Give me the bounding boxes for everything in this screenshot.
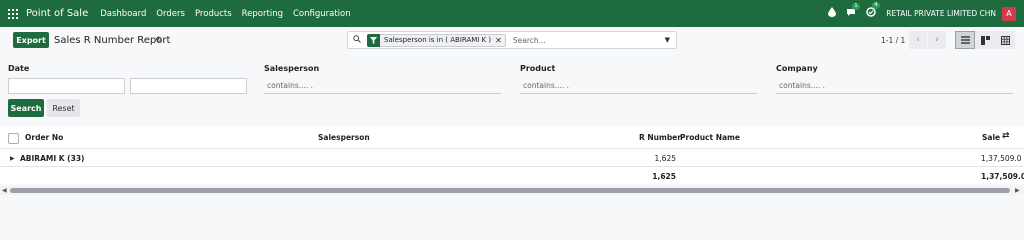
drop-icon[interactable]: [828, 7, 837, 20]
app-brand[interactable]: Point of Sale: [26, 8, 88, 19]
search-dropdown-icon[interactable]: ▼: [665, 36, 670, 44]
col-r-number[interactable]: R Number: [639, 133, 681, 142]
pager-prev-button[interactable]: ‹: [909, 31, 927, 49]
group-sale: 1,37,509.0: [981, 154, 1022, 163]
group-label[interactable]: ABIRAMI K (33): [20, 154, 84, 163]
pager-value[interactable]: 1-1 / 1: [881, 36, 905, 45]
menu-reporting[interactable]: Reporting: [242, 9, 283, 19]
apps-grid-icon[interactable]: [8, 8, 18, 19]
chat-badge: 1: [852, 2, 860, 10]
group-r-number: 1,625: [654, 154, 676, 163]
salesperson-label: Salesperson: [264, 64, 320, 73]
date-from-field[interactable]: [8, 78, 125, 94]
pivot-icon: [980, 35, 990, 45]
activity-icon[interactable]: 4: [866, 2, 880, 20]
reset-button[interactable]: Reset: [47, 99, 80, 117]
search-facet: Salesperson is in ( ABIRAMI K ) ✕: [367, 33, 506, 47]
report-table: Order No Salesperson R Number Product Na…: [0, 126, 1024, 184]
facet-label: Salesperson is in ( ABIRAMI K ): [384, 36, 492, 44]
total-r-number: 1,625: [652, 172, 676, 181]
table-row[interactable]: ▶ ABIRAMI K (33) 1,625 1,37,509.0: [0, 149, 1024, 167]
product-label: Product: [520, 64, 556, 73]
export-button[interactable]: Export: [13, 32, 49, 48]
pivot-view-button[interactable]: [975, 31, 995, 49]
date-label: Date: [8, 64, 30, 73]
col-sale[interactable]: Sale: [982, 133, 1000, 142]
chat-icon[interactable]: 1: [846, 2, 860, 20]
page-title: Sales R Number Report: [54, 35, 171, 46]
search-button[interactable]: Search: [8, 99, 44, 117]
menu-dashboard[interactable]: Dashboard: [100, 9, 146, 19]
scroll-right-icon[interactable]: ▶: [1015, 187, 1020, 194]
col-product-name[interactable]: Product Name: [680, 133, 740, 142]
menu-products[interactable]: Products: [195, 9, 232, 19]
search-bar[interactable]: Salesperson is in ( ABIRAMI K ) ✕ Search…: [347, 31, 677, 49]
table-icon: [1000, 35, 1010, 45]
list-icon: [960, 36, 970, 44]
scrollbar-thumb[interactable]: [10, 188, 1010, 193]
company-field[interactable]: contains.... .: [776, 78, 1013, 94]
expand-caret-icon[interactable]: ▶: [10, 155, 15, 162]
menu-configuration[interactable]: Configuration: [293, 9, 351, 19]
top-navbar: Point of Sale Dashboard Orders Products …: [0, 0, 1024, 27]
select-all-checkbox[interactable]: [8, 133, 19, 144]
table-header-row: Order No Salesperson R Number Product Na…: [0, 126, 1024, 149]
col-salesperson[interactable]: Salesperson: [318, 133, 370, 142]
filter-icon: [367, 33, 380, 47]
company-label: Company: [776, 64, 818, 73]
company-switcher[interactable]: RETAIL PRIVATE LIMITED CHN: [886, 9, 996, 18]
salesperson-field[interactable]: contains.... .: [264, 78, 501, 94]
menu-orders[interactable]: Orders: [156, 9, 185, 19]
activity-badge: 4: [872, 2, 880, 9]
date-to-field[interactable]: [130, 78, 247, 94]
totals-row: 1,625 1,37,509.0: [0, 167, 1024, 184]
gear-icon[interactable]: ⚙: [155, 35, 162, 44]
pager-next-button[interactable]: ›: [928, 31, 946, 49]
remove-facet-icon[interactable]: ✕: [495, 36, 505, 45]
column-settings-icon[interactable]: ⇄: [1002, 131, 1010, 141]
search-icon: [353, 34, 363, 46]
total-sale: 1,37,509.0: [981, 172, 1024, 181]
list-view-button[interactable]: [955, 31, 975, 49]
horizontal-scrollbar[interactable]: ◀ ▶: [0, 186, 1024, 195]
graph-view-button[interactable]: [995, 31, 1015, 49]
col-order-no[interactable]: Order No: [25, 133, 63, 142]
navbar-systray: 1 4 RETAIL PRIVATE LIMITED CHN A: [828, 0, 1024, 27]
scroll-left-icon[interactable]: ◀: [2, 187, 7, 194]
search-input[interactable]: Search...: [513, 36, 665, 45]
product-field[interactable]: contains.... .: [520, 78, 757, 94]
user-avatar[interactable]: A: [1002, 6, 1016, 21]
